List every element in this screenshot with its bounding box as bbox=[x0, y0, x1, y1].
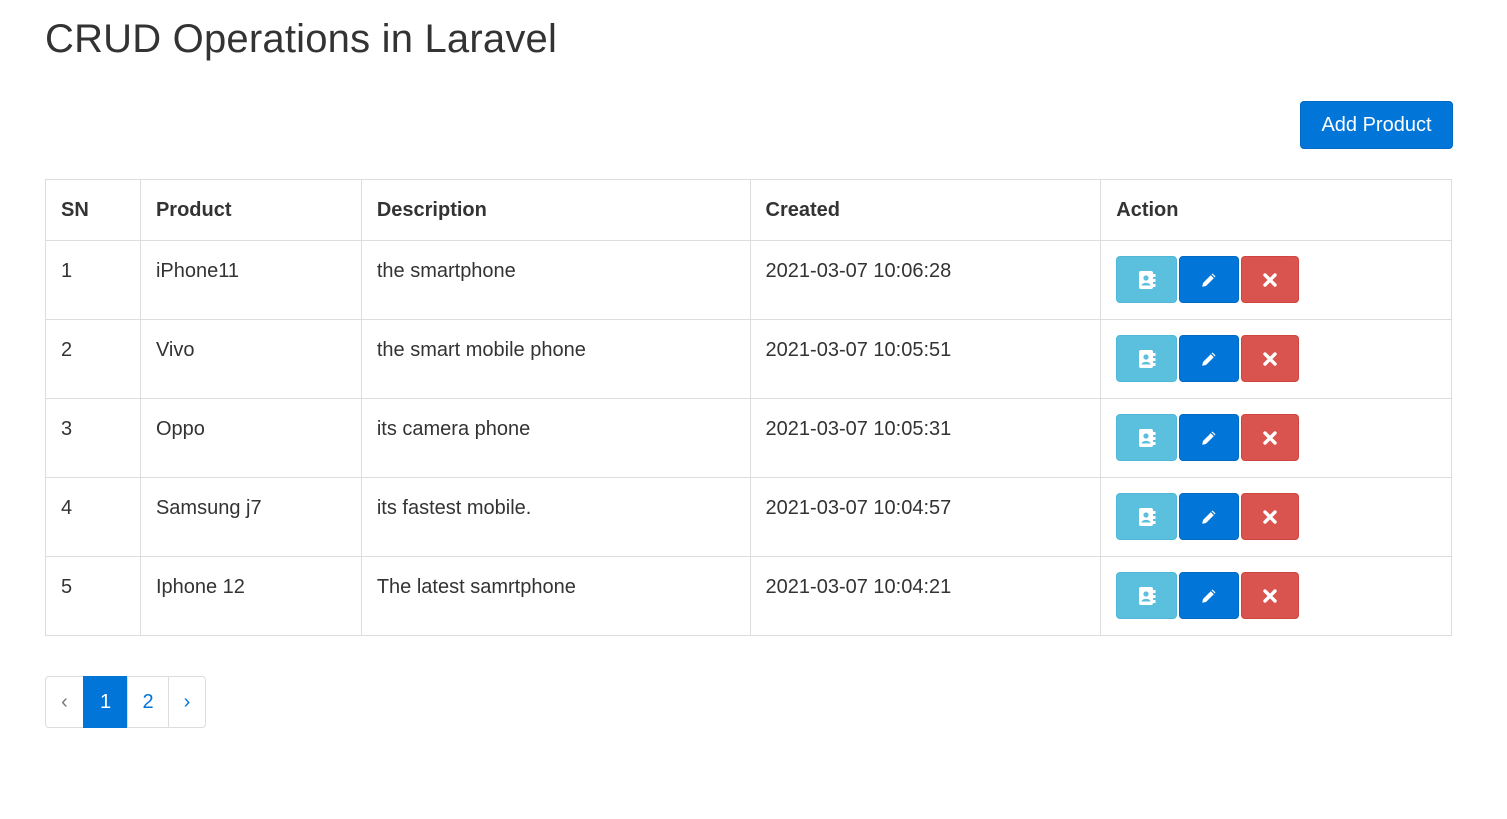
cell-sn: 5 bbox=[45, 556, 141, 636]
view-button[interactable] bbox=[1116, 493, 1178, 540]
view-button[interactable] bbox=[1116, 256, 1178, 303]
edit-button[interactable] bbox=[1179, 572, 1240, 619]
delete-button[interactable] bbox=[1241, 414, 1300, 461]
edit-button[interactable] bbox=[1179, 414, 1240, 461]
cell-action bbox=[1100, 398, 1452, 478]
cell-sn: 4 bbox=[45, 477, 141, 557]
cell-action bbox=[1100, 319, 1452, 399]
cell-product: iPhone11 bbox=[139, 240, 362, 320]
cell-action bbox=[1100, 240, 1452, 320]
delete-button[interactable] bbox=[1241, 335, 1300, 382]
view-button[interactable] bbox=[1116, 414, 1178, 461]
delete-button[interactable] bbox=[1241, 256, 1300, 303]
cell-sn: 1 bbox=[45, 240, 141, 320]
table-row: 3 Oppo its camera phone 2021-03-07 10:05:31 bbox=[45, 398, 1452, 478]
delete-button[interactable] bbox=[1241, 572, 1300, 619]
delete-button[interactable] bbox=[1241, 493, 1300, 540]
column-header-product: Product bbox=[139, 179, 362, 241]
pagination-prev[interactable]: ‹ bbox=[45, 676, 84, 728]
cell-product: Samsung j7 bbox=[139, 477, 362, 557]
edit-button[interactable] bbox=[1179, 493, 1240, 540]
pagination-page-2[interactable]: 2 bbox=[127, 676, 169, 728]
cell-product: Iphone 12 bbox=[139, 556, 362, 636]
cell-description: its fastest mobile. bbox=[360, 477, 751, 557]
pagination-next[interactable]: › bbox=[168, 676, 206, 728]
products-table: SN Product Description Created Action 1i… bbox=[45, 179, 1452, 636]
cell-description: The latest samrtphone bbox=[360, 556, 751, 636]
cell-created: 2021-03-07 10:05:31 bbox=[749, 398, 1102, 478]
cell-created: 2021-03-07 10:04:57 bbox=[749, 477, 1102, 557]
page-title: CRUD Operations in Laravel bbox=[45, 17, 558, 61]
table-header-row: SN Product Description Created Action bbox=[45, 179, 1452, 241]
pagination: ‹ 1 2 › bbox=[45, 676, 206, 728]
cell-action bbox=[1100, 477, 1452, 557]
cell-created: 2021-03-07 10:06:28 bbox=[749, 240, 1102, 320]
cell-sn: 3 bbox=[45, 398, 141, 478]
table-row: 5 Iphone 12 The latest samrtphone 2021-03-0… bbox=[45, 556, 1452, 636]
column-header-created: Created bbox=[749, 179, 1102, 241]
view-button[interactable] bbox=[1116, 572, 1178, 619]
table-row: 4 Samsung j7 its fastest mobile. 2021-03-07… bbox=[45, 477, 1452, 557]
cell-sn: 2 bbox=[45, 319, 141, 399]
cell-description: the smart mobile phone bbox=[360, 319, 751, 399]
column-header-description: Description bbox=[360, 179, 751, 241]
table-row: 2 Vivo the smart mobile phone 2021-03-07 10… bbox=[45, 319, 1452, 399]
column-header-action: Action bbox=[1100, 179, 1452, 241]
column-header-sn: SN bbox=[45, 179, 141, 241]
cell-created: 2021-03-07 10:05:51 bbox=[749, 319, 1102, 399]
view-button[interactable] bbox=[1116, 335, 1178, 382]
cell-product: Oppo bbox=[139, 398, 362, 478]
pagination-page-1[interactable]: 1 bbox=[83, 676, 128, 728]
cell-description: its camera phone bbox=[360, 398, 751, 478]
add-product-button[interactable]: Add Product bbox=[1300, 101, 1453, 149]
table-row: 1 iPhone11 the smartphone 2021-03-07 10:06:… bbox=[45, 240, 1452, 320]
cell-created: 2021-03-07 10:04:21 bbox=[749, 556, 1102, 636]
edit-button[interactable] bbox=[1179, 256, 1240, 303]
edit-button[interactable] bbox=[1179, 335, 1240, 382]
cell-description: the smartphone bbox=[360, 240, 751, 320]
cell-action bbox=[1100, 556, 1452, 636]
cell-product: Vivo bbox=[139, 319, 362, 399]
